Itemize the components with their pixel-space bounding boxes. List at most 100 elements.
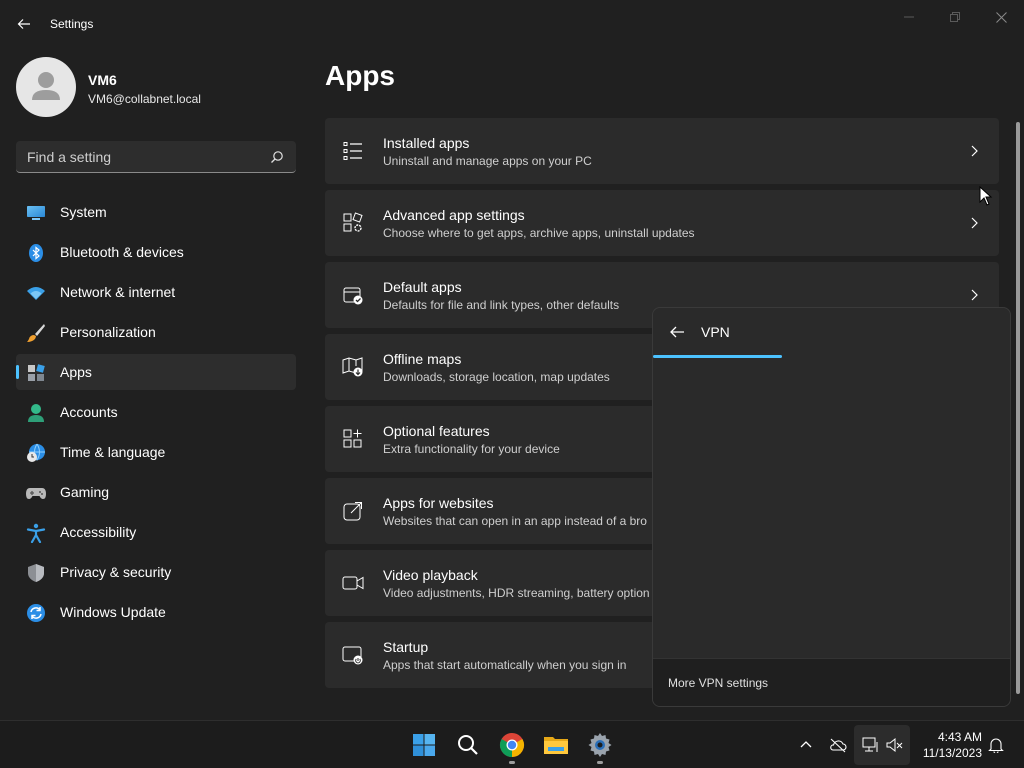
card-description: Apps that start automatically when you s… [383,658,627,672]
sidebar-nav: System Bluetooth & devices Network & int… [16,194,296,634]
update-icon [27,604,45,622]
restore-icon [950,12,960,22]
chrome-icon [499,733,525,757]
sidebar-item-label: Time & language [60,444,166,460]
chevron-right-icon [971,145,978,157]
onedrive-button[interactable] [828,735,848,755]
notifications-button[interactable] [986,735,1006,755]
card-installed-apps[interactable]: Installed apps Uninstall and manage apps… [325,118,999,184]
chevron-right-icon [971,289,978,301]
clock-date[interactable]: 11/13/2023 [918,746,982,760]
sidebar-item-gaming[interactable]: Gaming [16,474,296,510]
bluetooth-icon [29,244,43,262]
card-title: Apps for websites [383,495,494,511]
shield-icon [28,564,44,582]
bell-icon [988,738,1004,753]
close-icon [995,11,1007,23]
file-explorer-icon [544,737,568,754]
card-title: Default apps [383,279,462,295]
running-indicator [509,761,515,764]
app-settings-icon [343,212,363,232]
quick-settings-button[interactable] [854,725,910,765]
card-title: Video playback [383,567,478,583]
card-description: Websites that can open in an app instead… [383,514,647,528]
scrollbar[interactable] [1016,122,1020,694]
title-bar: Settings [0,0,1024,48]
windows-start-icon [413,734,435,756]
running-indicator [597,761,603,764]
start-button[interactable] [408,729,440,761]
close-button[interactable] [979,6,1023,28]
sidebar-item-network[interactable]: Network & internet [16,274,296,310]
back-arrow-icon[interactable] [667,322,687,342]
user-email: VM6@collabnet.local [88,92,201,106]
search-box[interactable] [16,141,296,173]
gamepad-icon [26,488,46,499]
person-icon [32,72,60,100]
loading-progress-bar [653,355,782,358]
minimize-button[interactable] [887,6,931,28]
restore-button[interactable] [933,6,977,28]
startup-icon [342,646,363,665]
taskbar-search-button[interactable] [452,729,484,761]
sidebar-item-time-language[interactable]: Time & language [16,434,296,470]
wifi-icon [27,287,45,300]
user-name: VM6 [88,72,117,88]
optional-features-icon [343,429,362,448]
globe-clock-icon [27,443,45,462]
card-description: Video adjustments, HDR streaming, batter… [383,586,650,600]
sidebar-item-windows-update[interactable]: Windows Update [16,594,296,630]
card-description: Choose where to get apps, archive apps, … [383,226,695,240]
taskbar: 4:43 AM 11/13/2023 [0,720,1024,768]
sidebar-item-label: Apps [60,364,92,380]
sidebar-item-label: Accessibility [60,524,137,540]
video-icon [342,576,364,590]
card-description: Extra functionality for your device [383,442,560,456]
settings-button[interactable] [584,729,616,764]
chevron-up-icon [800,741,812,748]
sidebar-item-label: Network & internet [60,284,176,300]
card-description: Uninstall and manage apps on your PC [383,154,592,168]
sidebar-item-accounts[interactable]: Accounts [16,394,296,430]
sidebar-item-label: Personalization [60,324,156,340]
sidebar-item-bluetooth[interactable]: Bluetooth & devices [16,234,296,270]
sidebar-item-privacy[interactable]: Privacy & security [16,554,296,590]
file-explorer-button[interactable] [540,729,572,761]
volume-muted-icon [886,737,903,753]
show-hidden-icons-button[interactable] [796,735,816,755]
card-description: Downloads, storage location, map updates [383,370,610,384]
search-icon[interactable] [270,150,284,164]
chrome-button[interactable] [496,729,528,764]
sidebar-item-accessibility[interactable]: Accessibility [16,514,296,550]
app-title: Settings [50,17,94,31]
search-icon [458,735,478,755]
vpn-title: VPN [701,324,730,340]
back-button[interactable] [10,10,38,38]
accessibility-icon [26,523,46,543]
card-title: Offline maps [383,351,462,367]
accounts-icon [28,404,44,422]
mouse-cursor-icon [979,186,993,206]
more-vpn-settings-link[interactable]: More VPN settings [668,676,768,690]
card-description: Defaults for file and link types, other … [383,298,620,312]
system-icon [27,206,45,220]
cloud-offline-icon [830,738,847,753]
clock-time[interactable]: 4:43 AM [918,730,982,744]
default-apps-icon [343,287,363,305]
card-title: Optional features [383,423,490,439]
sidebar-item-apps[interactable]: Apps [16,354,296,390]
sidebar-item-label: Bluetooth & devices [60,244,184,260]
search-input[interactable] [16,141,256,172]
avatar[interactable] [16,57,76,117]
sidebar-item-system[interactable]: System [16,194,296,230]
card-advanced-app-settings[interactable]: Advanced app settings Choose where to ge… [325,190,999,256]
sidebar-item-personalization[interactable]: Personalization [16,314,296,350]
apps-icon [28,364,45,381]
page-title: Apps [325,60,395,91]
sidebar-item-label: Privacy & security [60,564,172,580]
chevron-right-icon [971,217,978,229]
back-arrow-icon [17,19,30,29]
vpn-flyout: VPN More VPN settings [652,307,1011,707]
vpn-footer: More VPN settings [653,658,1010,706]
sidebar-item-label: System [60,204,107,220]
